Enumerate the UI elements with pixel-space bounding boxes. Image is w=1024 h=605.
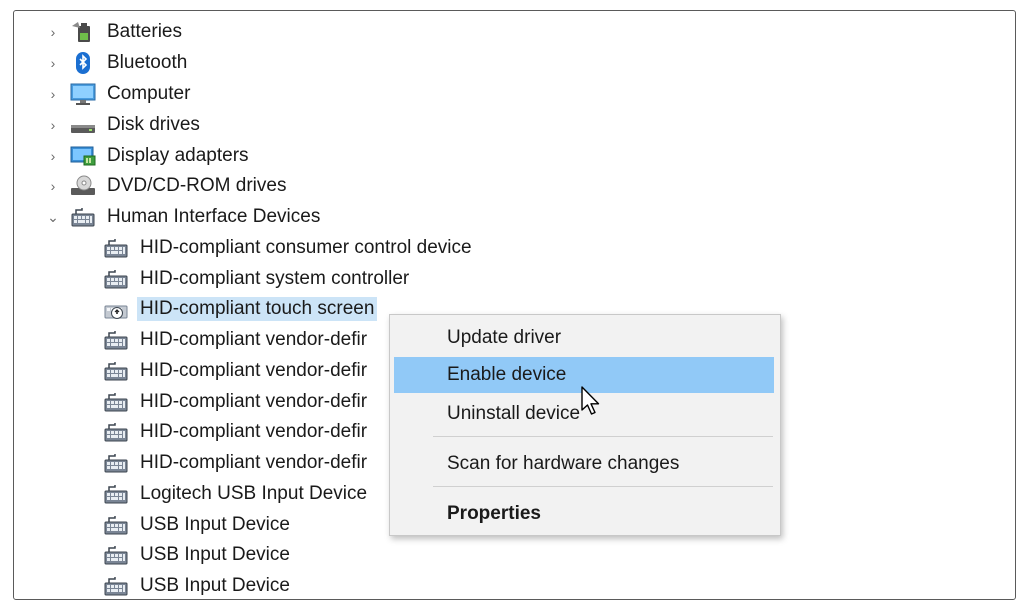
tree-item-label: Computer xyxy=(107,83,191,104)
tree-item-label: USB Input Device xyxy=(140,544,290,565)
menu-item-label: Uninstall device xyxy=(447,403,581,424)
tree-item-label: USB Input Device xyxy=(140,575,290,596)
tree-category-disk-drives[interactable]: Disk drives xyxy=(70,111,203,139)
hid-icon xyxy=(70,205,96,229)
disabled-hid-device-icon xyxy=(103,297,129,321)
display-adapter-icon xyxy=(70,144,96,168)
hid-device-vendor-defined-3[interactable]: HID-compliant vendor-defir xyxy=(103,388,370,416)
hid-device-icon xyxy=(103,574,129,598)
mouse-pointer-icon xyxy=(580,386,602,418)
chevron-right-icon[interactable]: › xyxy=(46,111,60,139)
menu-item-properties[interactable]: Properties xyxy=(394,496,774,532)
tree-category-human-interface-devices[interactable]: Human Interface Devices xyxy=(70,203,323,231)
hid-device-vendor-defined-2[interactable]: HID-compliant vendor-defir xyxy=(103,357,370,385)
tree-item-label: HID-compliant vendor-defir xyxy=(140,421,368,442)
dvd-drive-icon xyxy=(70,174,96,198)
disk-drive-icon xyxy=(70,113,96,137)
tree-item-label: HID-compliant system controller xyxy=(140,268,410,289)
hid-device-icon xyxy=(103,482,129,506)
hid-device-icon xyxy=(103,513,129,537)
tree-item-label: Display adapters xyxy=(107,145,249,166)
computer-icon xyxy=(70,82,96,106)
hid-device-consumer-control[interactable]: HID-compliant consumer control device xyxy=(103,234,475,262)
menu-separator xyxy=(433,436,773,437)
menu-separator xyxy=(433,486,773,487)
hid-device-icon xyxy=(103,359,129,383)
tree-item-label: Logitech USB Input Device xyxy=(140,483,368,504)
menu-item-label: Scan for hardware changes xyxy=(447,453,680,474)
bluetooth-icon xyxy=(70,51,96,75)
hid-device-icon xyxy=(103,420,129,444)
chevron-right-icon[interactable]: › xyxy=(46,142,60,170)
chevron-right-icon[interactable]: › xyxy=(46,80,60,108)
chevron-right-icon[interactable]: › xyxy=(46,49,60,77)
tree-item-label: HID-compliant consumer control device xyxy=(140,237,472,258)
tree-item-label: HID-compliant vendor-defir xyxy=(140,360,368,381)
tree-item-label: HID-compliant vendor-defir xyxy=(140,452,368,473)
menu-item-label: Enable device xyxy=(447,364,567,385)
tree-item-label: DVD/CD-ROM drives xyxy=(107,175,287,196)
hid-device-touch-screen[interactable]: HID-compliant touch screen xyxy=(103,295,378,323)
hid-device-system-controller[interactable]: HID-compliant system controller xyxy=(103,265,412,293)
tree-item-label: HID-compliant touch screen xyxy=(137,297,378,321)
hid-device-vendor-defined-5[interactable]: HID-compliant vendor-defir xyxy=(103,449,370,477)
battery-icon xyxy=(70,20,96,44)
menu-item-label: Properties xyxy=(447,503,541,524)
tree-category-computer[interactable]: Computer xyxy=(70,80,193,108)
chevron-right-icon[interactable]: › xyxy=(46,18,60,46)
chevron-right-icon[interactable]: › xyxy=(46,172,60,200)
hid-device-usb-input-1[interactable]: USB Input Device xyxy=(103,511,293,539)
tree-item-label: Bluetooth xyxy=(107,52,188,73)
tree-item-label: USB Input Device xyxy=(140,514,290,535)
context-menu: Update driver Enable device Uninstall de… xyxy=(389,314,781,536)
hid-device-icon xyxy=(103,267,129,291)
chevron-down-icon[interactable]: ⌄ xyxy=(46,203,60,231)
menu-item-update-driver[interactable]: Update driver xyxy=(394,320,774,356)
hid-device-icon xyxy=(103,390,129,414)
tree-item-label: Disk drives xyxy=(107,114,200,135)
hid-device-logitech-usb[interactable]: Logitech USB Input Device xyxy=(103,480,370,508)
tree-category-dvd-drives[interactable]: DVD/CD-ROM drives xyxy=(70,172,289,200)
menu-item-scan-hardware-changes[interactable]: Scan for hardware changes xyxy=(394,446,774,482)
tree-category-bluetooth[interactable]: Bluetooth xyxy=(70,49,190,77)
hid-device-icon xyxy=(103,328,129,352)
tree-category-display-adapters[interactable]: Display adapters xyxy=(70,142,252,170)
tree-item-label: HID-compliant vendor-defir xyxy=(140,391,368,412)
menu-item-label: Update driver xyxy=(447,327,562,348)
hid-device-usb-input-3[interactable]: USB Input Device xyxy=(103,572,293,599)
hid-device-icon xyxy=(103,236,129,260)
tree-item-label: Batteries xyxy=(107,21,182,42)
tree-item-label: Human Interface Devices xyxy=(107,206,321,227)
hid-device-vendor-defined-4[interactable]: HID-compliant vendor-defir xyxy=(103,418,370,446)
hid-device-icon xyxy=(103,451,129,475)
tree-category-batteries[interactable]: Batteries xyxy=(70,18,185,46)
hid-device-vendor-defined-1[interactable]: HID-compliant vendor-defir xyxy=(103,326,370,354)
hid-device-usb-input-2[interactable]: USB Input Device xyxy=(103,541,293,569)
hid-device-icon xyxy=(103,543,129,567)
tree-item-label: HID-compliant vendor-defir xyxy=(140,329,368,350)
